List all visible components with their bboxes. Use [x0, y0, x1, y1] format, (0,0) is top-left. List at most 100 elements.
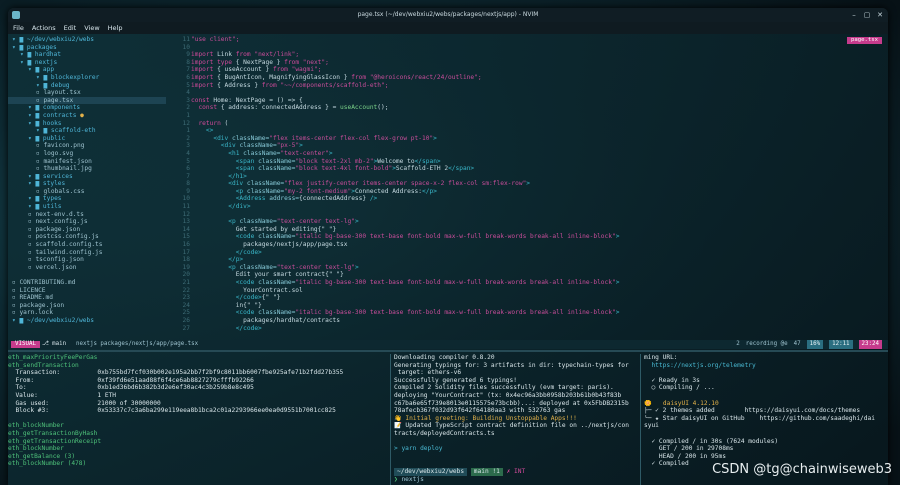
code-line[interactable]: </div>: [191, 203, 888, 211]
tree-folder[interactable]: ▾ ▆ services: [8, 173, 166, 181]
tree-file[interactable]: ▫ thumbnail.jpg: [8, 165, 166, 173]
menu-item-view[interactable]: View: [84, 22, 99, 34]
code-line[interactable]: import { BugAntIcon, MagnifyingGlassIcon…: [191, 74, 888, 82]
menu-bar: File Actions Edit View Help: [8, 22, 888, 34]
terminal-pane-hardhat[interactable]: eth_maxPriorityFeePerGas eth_sendTransact…: [8, 354, 386, 485]
code-line[interactable]: <span className="block text-2xl mb-2">We…: [191, 158, 888, 166]
terminal-pane-deploy[interactable]: Downloading compiler 0.8.20 Generating ty…: [390, 354, 640, 485]
tree-folder[interactable]: ▾ ▆ styles: [8, 180, 166, 188]
tree-folder[interactable]: ▾ ▆ hooks: [8, 120, 166, 128]
tree-label: public: [42, 134, 66, 142]
tree-file[interactable]: ▫ favicon.png: [8, 142, 166, 150]
code-line[interactable]: [191, 211, 888, 219]
tree-file[interactable]: ▫ package.json: [8, 302, 166, 310]
code-line[interactable]: "use client";: [191, 36, 888, 44]
tree-folder[interactable]: ▾ ▆ contracts ●: [8, 112, 166, 120]
code-line[interactable]: <code className="italic bg-base-300 text…: [191, 279, 888, 287]
code-token: in{" "}: [191, 301, 262, 309]
code-line[interactable]: packages/nextjs/app/page.tsx: [191, 241, 888, 249]
tree-file[interactable]: ▫ yarn.lock: [8, 309, 166, 317]
code-line[interactable]: [191, 44, 888, 52]
tree-file[interactable]: ▫ manifest.json: [8, 158, 166, 166]
tree-file[interactable]: ▫ CONTRIBUTING.md: [8, 279, 166, 287]
close-icon[interactable]: ✕: [876, 11, 884, 19]
tree-file[interactable]: ▫ logo.svg: [8, 150, 166, 158]
code-editor[interactable]: 11 10 9 8 7 6 5 4 3 2 1 12 1 2 3 4 5 6 7 8 9 10 11 12 13 14 15 16 17…: [166, 36, 888, 332]
menu-item-file[interactable]: File: [13, 22, 24, 34]
maximize-icon[interactable]: ▢: [863, 11, 871, 19]
tree-folder[interactable]: ▾ ▆ public: [8, 135, 166, 143]
code-line[interactable]: <p className="text-center text-lg">: [191, 264, 888, 272]
code-line[interactable]: import Link from "next/link";: [191, 51, 888, 59]
code-line[interactable]: in{" "}: [191, 302, 888, 310]
tree-folder[interactable]: ▾ ▆ blockexplorer: [8, 74, 166, 82]
code-line[interactable]: Get started by editing{" "}: [191, 226, 888, 234]
code-line[interactable]: [191, 89, 888, 97]
tree-file[interactable]: ▫ next-env.d.ts: [8, 211, 166, 219]
tree-folder[interactable]: ▾ ▆ nextjs: [8, 59, 166, 67]
code-line[interactable]: const { address: connectedAddress } = us…: [191, 104, 888, 112]
menu-item-edit[interactable]: Edit: [64, 22, 77, 34]
code-line[interactable]: <h1 className="text-center">: [191, 150, 888, 158]
code-line[interactable]: </p>: [191, 256, 888, 264]
tree-file[interactable]: ▫ page.tsx: [8, 96, 166, 105]
tree-folder[interactable]: ▾ ▆ types: [8, 195, 166, 203]
code-line[interactable]: Edit your smart contract{" "}: [191, 271, 888, 279]
code-line[interactable]: import type { NextPage } from "next";: [191, 59, 888, 67]
code-line[interactable]: <Address address={connectedAddress} />: [191, 195, 888, 203]
tree-folder[interactable]: ▾ ▆ ~/dev/webxiu2/webs: [8, 317, 166, 325]
tree-file[interactable]: ▫ globals.css: [8, 188, 166, 196]
tree-folder[interactable]: ▾ ▆ scaffold-eth: [8, 127, 166, 135]
tree-folder[interactable]: ▾ ▆ packages: [8, 44, 166, 52]
tree-file[interactable]: [8, 271, 166, 279]
tree-folder[interactable]: ▾ ▆ app: [8, 66, 166, 74]
code-line[interactable]: <div className="px-5">: [191, 142, 888, 150]
code-token: import type: [191, 58, 236, 66]
code-line[interactable]: </h1>: [191, 173, 888, 181]
code-line[interactable]: <code className="italic bg-base-300 text…: [191, 233, 888, 241]
tree-file[interactable]: ▫ layout.tsx: [8, 89, 166, 97]
terminal-line: Value: 1 ETH: [8, 391, 117, 399]
code-line[interactable]: import { useAccount } from "wagmi";: [191, 66, 888, 74]
menu-item-help[interactable]: Help: [108, 22, 123, 34]
tree-file[interactable]: ▫ LICENCE: [8, 287, 166, 295]
code-line[interactable]: </code>{" "}: [191, 294, 888, 302]
shell-command-line[interactable]: ❯ nextjs: [394, 476, 640, 484]
code-line[interactable]: return (: [191, 120, 888, 128]
code-line[interactable]: </code>: [191, 325, 888, 333]
code-line[interactable]: <div className="flex items-center flex-c…: [191, 135, 888, 143]
minimize-icon[interactable]: –: [850, 11, 858, 19]
code-line[interactable]: <p className="text-center text-lg">: [191, 218, 888, 226]
code-line[interactable]: [191, 112, 888, 120]
tree-file[interactable]: ▫ tsconfig.json: [8, 256, 166, 264]
tree-file[interactable]: ▫ README.md: [8, 294, 166, 302]
tree-label: contracts: [42, 111, 77, 119]
tree-file[interactable]: ▫ package.json: [8, 226, 166, 234]
line-number: 5: [186, 157, 190, 165]
tree-file[interactable]: ▫ next.config.js: [8, 218, 166, 226]
tree-file[interactable]: ▫ tailwind.config.js: [8, 249, 166, 257]
code-line[interactable]: <>: [191, 127, 888, 135]
code-line[interactable]: YourContract.sol: [191, 287, 888, 295]
line-number: 3: [186, 142, 190, 150]
tree-folder[interactable]: ▾ ▆ hardhat: [8, 51, 166, 59]
code-line[interactable]: </code>: [191, 249, 888, 257]
code-line[interactable]: const Home: NextPage = () => {: [191, 97, 888, 105]
code-line[interactable]: <code className="italic bg-base-300 text…: [191, 309, 888, 317]
file-tab-badge[interactable]: page.tsx: [847, 37, 882, 44]
tree-file[interactable]: ▫ vercel.json: [8, 264, 166, 272]
pane-divider[interactable]: [8, 350, 888, 352]
code-line[interactable]: packages/hardhat/contracts: [191, 317, 888, 325]
code-line[interactable]: import { Address } from "~~/components/s…: [191, 82, 888, 90]
code-line[interactable]: <div className="flex justify-center item…: [191, 180, 888, 188]
code-line[interactable]: <p className="my-2 font-medium">Connecte…: [191, 188, 888, 196]
tree-folder[interactable]: ▾ ▆ components: [8, 104, 166, 112]
code-line[interactable]: <span className="block text-4xl font-bol…: [191, 165, 888, 173]
tree-folder[interactable]: ▾ ▆ utils: [8, 203, 166, 211]
tree-folder[interactable]: ▾ ▆ ~/dev/webxiu2/webs: [8, 36, 166, 44]
menu-item-actions[interactable]: Actions: [32, 22, 56, 34]
code-content[interactable]: "use client"; import Link from "next/link…: [191, 36, 888, 332]
tree-file[interactable]: ▫ scaffold.config.ts: [8, 241, 166, 249]
tree-folder[interactable]: ▾ ▆ debug: [8, 82, 166, 90]
tree-file[interactable]: ▫ postcss.config.js: [8, 233, 166, 241]
